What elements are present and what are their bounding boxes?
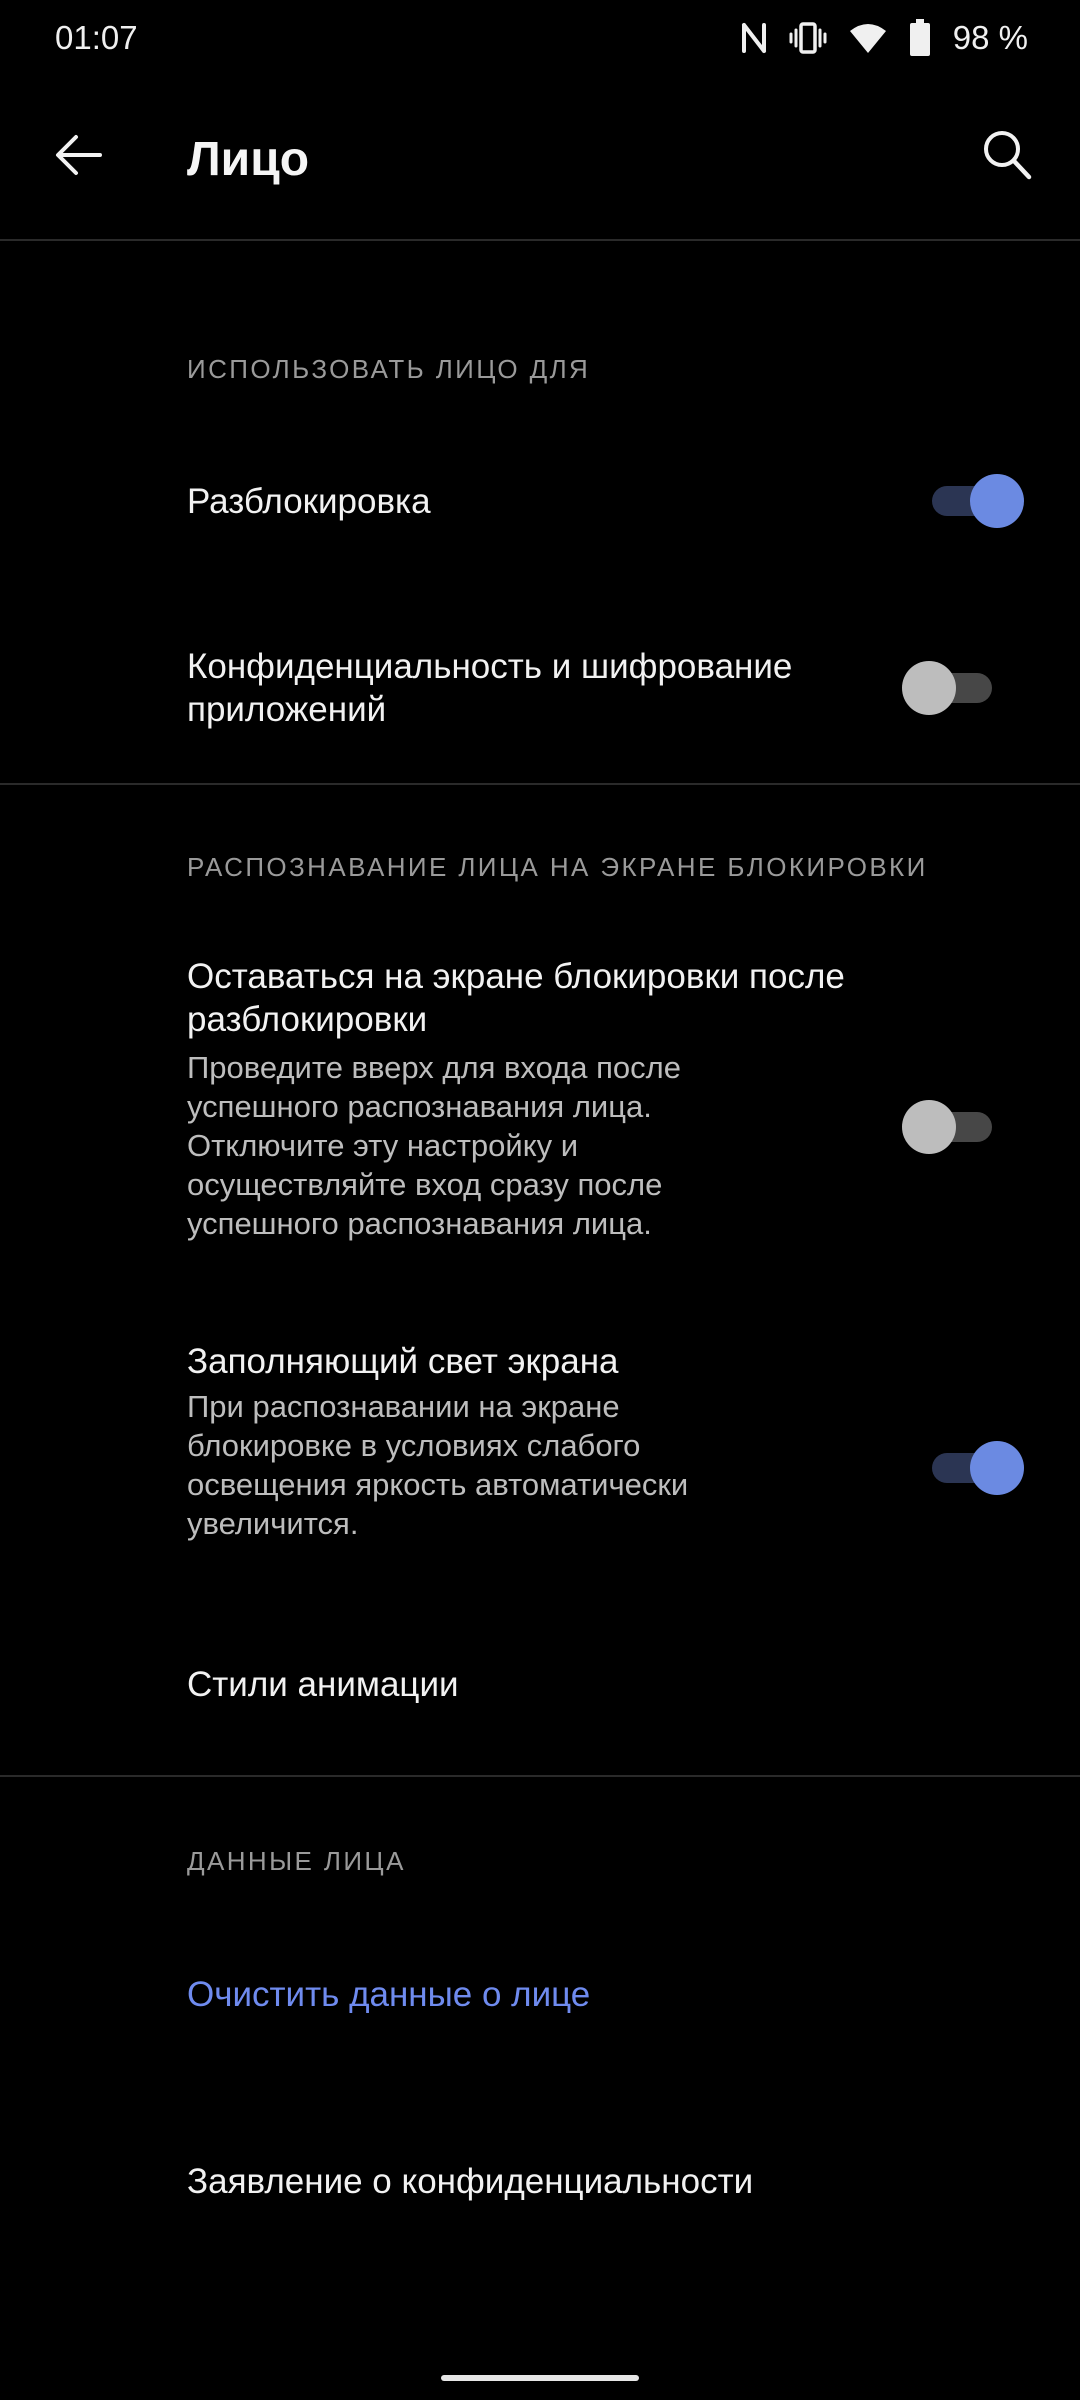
clear-face-data-link[interactable]: Очистить данные о лице xyxy=(187,1973,590,2016)
back-button[interactable] xyxy=(44,122,114,192)
app-privacy-toggle[interactable] xyxy=(900,658,1010,718)
fill-light-title: Заполняющий свет экрана xyxy=(187,1342,619,1381)
stay-on-lock-title: Оставаться на экране блокировки после ра… xyxy=(187,957,845,1039)
toggle-thumb xyxy=(902,661,956,715)
page-title: Лицо xyxy=(187,133,310,186)
app-privacy-setting-row[interactable]: Конфиденциальность и шифрование приложен… xyxy=(0,600,1080,780)
arrow-left-icon xyxy=(54,133,104,182)
stay-on-lock-setting-row[interactable]: Оставаться на экране блокировки после ра… xyxy=(0,930,1080,1260)
status-time: 01:07 xyxy=(55,19,138,56)
toggle-thumb xyxy=(902,1100,956,1154)
stay-on-lock-summary: Проведите вверх для входа после успешног… xyxy=(187,1050,681,1241)
search-button[interactable] xyxy=(972,122,1042,192)
fill-light-toggle[interactable] xyxy=(916,1438,1026,1498)
section-header-face-data: ДАННЫЕ ЛИЦА xyxy=(187,1846,406,1876)
unlock-title: Разблокировка xyxy=(187,482,431,521)
battery-icon xyxy=(909,19,931,57)
gesture-navigation-handle[interactable] xyxy=(441,2375,639,2381)
battery-percentage: 98 % xyxy=(952,19,1028,56)
section-divider xyxy=(0,1775,1080,1777)
toggle-thumb xyxy=(970,474,1024,528)
fill-light-summary: При распознавании на экране блокировке в… xyxy=(187,1389,689,1541)
fill-light-setting-row[interactable]: Заполняющий свет экрана При распознавани… xyxy=(0,1320,1080,1560)
nfc-icon xyxy=(741,21,767,55)
vibrate-icon xyxy=(789,21,827,55)
toggle-thumb xyxy=(970,1441,1024,1495)
app-privacy-title: Конфиденциальность и шифрование приложен… xyxy=(187,647,793,729)
unlock-toggle[interactable] xyxy=(916,471,1026,531)
privacy-statement-title: Заявление о конфиденциальности xyxy=(187,2162,754,2201)
clear-face-data-row[interactable]: Очистить данные о лице xyxy=(0,1930,1080,2060)
wifi-icon xyxy=(849,22,887,54)
stay-on-lock-toggle[interactable] xyxy=(900,1097,1010,1157)
animation-styles-row[interactable]: Стили анимации xyxy=(0,1620,1080,1750)
privacy-statement-row[interactable]: Заявление о конфиденциальности xyxy=(0,2120,1080,2250)
app-bar-divider xyxy=(0,239,1080,241)
section-header-use-face: ИСПОЛЬЗОВАТЬ ЛИЦО ДЛЯ xyxy=(187,354,591,384)
search-icon xyxy=(982,129,1032,186)
unlock-setting-row[interactable]: Разблокировка xyxy=(0,430,1080,574)
section-header-lock-screen: РАСПОЗНАВАНИЕ ЛИЦА НА ЭКРАНЕ БЛОКИРОВКИ xyxy=(187,852,928,882)
animation-styles-title: Стили анимации xyxy=(187,1665,459,1704)
status-icons: 98 % xyxy=(741,14,1028,62)
section-divider xyxy=(0,783,1080,785)
